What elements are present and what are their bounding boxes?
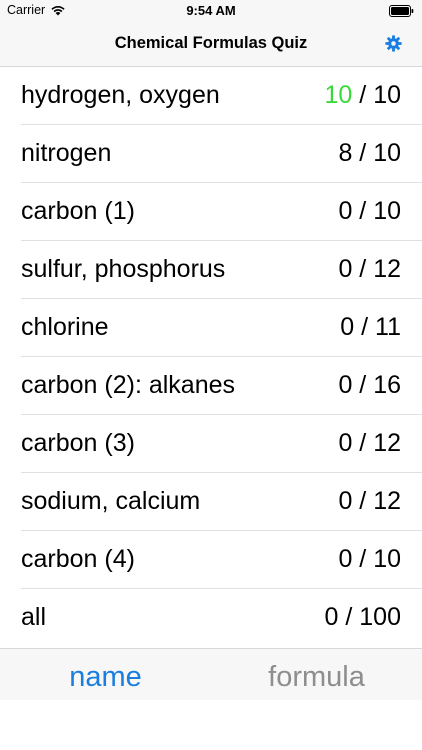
score-total: 11: [375, 313, 401, 341]
score-total: 12: [373, 255, 401, 283]
list-item[interactable]: all 0 / 100: [21, 589, 422, 646]
score-correct: 0: [338, 255, 353, 283]
quiz-score: 0 / 12: [338, 487, 401, 516]
quiz-label: sodium, calcium: [21, 487, 201, 515]
score-total: 16: [373, 371, 401, 399]
list-item[interactable]: sulfur, phosphorus 0 / 12: [21, 241, 422, 299]
score-separator: /: [352, 371, 374, 399]
quiz-score: 0 / 10: [338, 545, 401, 574]
quiz-label: carbon (1): [21, 197, 135, 225]
quiz-label: carbon (2): alkanes: [21, 371, 236, 399]
score-correct: 0: [338, 197, 353, 225]
score-correct: 0: [338, 545, 353, 573]
navigation-bar: Chemical Formulas Quiz: [0, 22, 422, 67]
status-bar: Carrier 9:54 AM: [0, 0, 422, 22]
list-item[interactable]: carbon (2): alkanes 0 / 16: [21, 357, 422, 415]
score-total: 10: [373, 545, 401, 573]
list-item[interactable]: chlorine 0 / 11: [21, 299, 422, 357]
page-title: Chemical Formulas Quiz: [114, 34, 308, 52]
quiz-label: chlorine: [21, 313, 109, 341]
score-total: 10: [373, 81, 401, 109]
tab-bar: name formula: [0, 648, 422, 700]
quiz-score: 10 / 10: [325, 81, 401, 110]
score-total: 12: [373, 429, 401, 457]
score-correct: 0: [324, 603, 339, 631]
score-correct: 0: [338, 487, 353, 515]
battery-icon: [389, 5, 414, 17]
quiz-label: nitrogen: [21, 139, 112, 167]
score-total: 100: [359, 603, 401, 631]
quiz-score: 0 / 10: [338, 197, 401, 226]
tab-formula[interactable]: formula: [211, 661, 422, 694]
score-total: 12: [373, 487, 401, 515]
quiz-score: 0 / 12: [338, 429, 401, 458]
score-separator: /: [352, 429, 374, 457]
score-separator: /: [352, 545, 374, 573]
quiz-score: 0 / 16: [338, 371, 401, 400]
score-correct: 0: [338, 429, 353, 457]
quiz-score: 8 / 10: [338, 139, 401, 168]
score-separator: /: [354, 313, 376, 341]
score-correct: 0: [338, 371, 353, 399]
list-item[interactable]: hydrogen, oxygen 10 / 10: [21, 67, 422, 125]
score-correct: 0: [340, 313, 355, 341]
score-separator: /: [352, 81, 374, 109]
quiz-list: hydrogen, oxygen 10 / 10 nitrogen 8 / 10 car…: [0, 67, 422, 646]
status-time: 9:54 AM: [186, 3, 236, 18]
score-correct: 8: [338, 139, 353, 167]
score-separator: /: [352, 197, 374, 225]
quiz-label: sulfur, phosphorus: [21, 255, 226, 283]
score-separator: /: [352, 139, 374, 167]
score-total: 10: [373, 139, 401, 167]
quiz-score: 0 / 100: [325, 603, 401, 632]
list-item[interactable]: carbon (4) 0 / 10: [21, 531, 422, 589]
tab-name[interactable]: name: [0, 661, 211, 694]
quiz-score: 0 / 11: [340, 313, 401, 342]
gear-icon[interactable]: [385, 35, 402, 52]
quiz-label: carbon (3): [21, 429, 135, 457]
list-item[interactable]: carbon (1) 0 / 10: [21, 183, 422, 241]
score-separator: /: [352, 255, 374, 283]
quiz-label: carbon (4): [21, 545, 135, 573]
score-total: 10: [373, 197, 401, 225]
quiz-score: 0 / 12: [338, 255, 401, 284]
quiz-label: all: [21, 603, 47, 631]
list-item[interactable]: carbon (3) 0 / 12: [21, 415, 422, 473]
list-item[interactable]: sodium, calcium 0 / 12: [21, 473, 422, 531]
score-separator: /: [338, 603, 360, 631]
quiz-label: hydrogen, oxygen: [21, 81, 220, 109]
score-correct: 10: [324, 81, 353, 109]
list-item[interactable]: nitrogen 8 / 10: [21, 125, 422, 183]
score-separator: /: [352, 487, 374, 515]
